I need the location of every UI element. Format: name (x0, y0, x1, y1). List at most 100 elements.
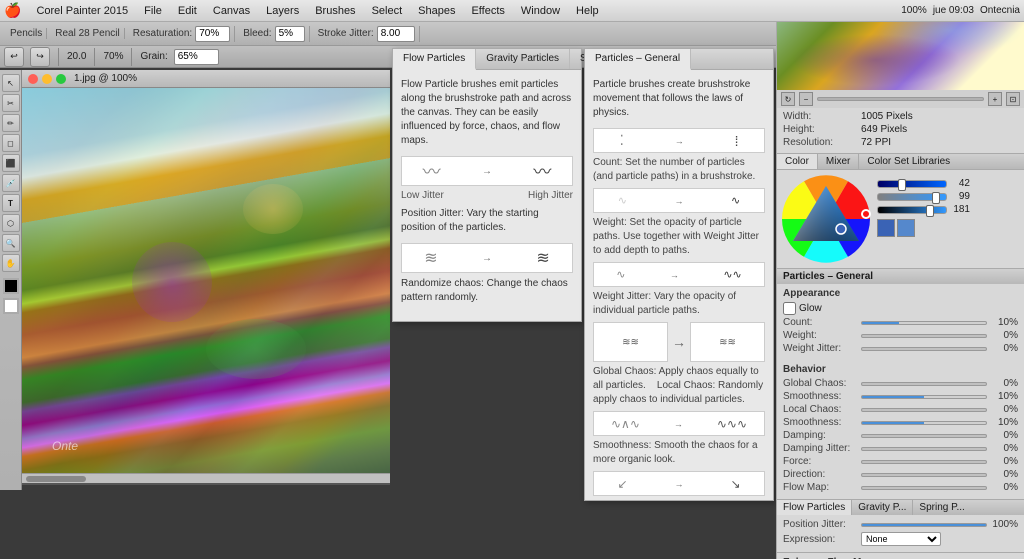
zoom-tool[interactable]: 🔍 (2, 234, 20, 252)
sat-thumb[interactable] (932, 192, 940, 204)
spring-right-tab[interactable]: Spring P... (913, 500, 970, 515)
bleed-input[interactable] (275, 26, 305, 42)
stroke-jitter-input[interactable] (377, 26, 415, 42)
smooth-low-icon: ∿∧∿ (611, 417, 640, 431)
window-minimize-button[interactable] (42, 74, 52, 84)
hue-slider[interactable] (877, 180, 947, 188)
color-sets-tab[interactable]: Color Set Libraries (859, 154, 958, 169)
val-value: 181 (950, 204, 970, 215)
smooth1-label: Smoothness: (783, 391, 858, 402)
force-slider[interactable] (861, 460, 987, 464)
menu-shapes[interactable]: Shapes (411, 3, 462, 19)
gchaos-slider[interactable] (861, 382, 987, 386)
fill-tool[interactable]: ⬛ (2, 154, 20, 172)
nav-zoom-out-btn[interactable]: − (799, 92, 813, 106)
gravity-particles-tab[interactable]: Gravity Particles (476, 49, 570, 69)
resolution-label: Resolution: (783, 137, 858, 148)
select-tool[interactable]: ↖ (2, 74, 20, 92)
redo-button[interactable]: ↪ (30, 47, 50, 67)
pan-tool[interactable]: ✋ (2, 254, 20, 272)
alt-color-swatch[interactable] (897, 219, 915, 237)
painting-canvas[interactable]: Onte (22, 88, 390, 473)
flow-right-tab[interactable]: Flow Particles (777, 500, 852, 515)
wjitter-row: Weight Jitter: 0% (783, 343, 1018, 354)
lchaos-val: 0% (990, 404, 1018, 415)
grain-input[interactable] (174, 49, 219, 65)
color-swatches (877, 219, 1020, 237)
smooth2-slider[interactable] (861, 421, 987, 425)
particles-general-tab[interactable]: Particles – General (585, 49, 691, 70)
expression-select[interactable]: None (861, 532, 941, 546)
particles-general-panel: Particles – General Particle brushes cre… (584, 48, 774, 501)
grain-label: Grain: (140, 51, 167, 62)
particles-description: Particle brushes create brushstroke move… (593, 78, 765, 120)
flow-particles-tab[interactable]: Flow Particles (393, 49, 476, 70)
appearance-section: Appearance Glow Count: 10% Weight: 0% We… (777, 284, 1024, 360)
scroll-thumb[interactable] (26, 476, 86, 482)
hue-thumb[interactable] (898, 179, 906, 191)
djitter-slider[interactable] (861, 447, 987, 451)
damping-slider[interactable] (861, 434, 987, 438)
current-color-swatch[interactable] (877, 219, 895, 237)
mixer-tab[interactable]: Mixer (818, 154, 859, 169)
background-color-swatch[interactable] (3, 298, 19, 314)
wjitter-slider[interactable] (861, 347, 987, 351)
menu-file[interactable]: File (137, 3, 169, 19)
weight-preview: ∿ → ∿ (593, 188, 765, 213)
menu-help[interactable]: Help (569, 3, 606, 19)
window-maximize-button[interactable] (56, 74, 66, 84)
nav-rotate-btn[interactable]: ↻ (781, 92, 795, 106)
menu-edit[interactable]: Edit (171, 3, 204, 19)
particles-props-section: Particles – General Appearance Glow Coun… (777, 269, 1024, 500)
wjitter-label: Weight Jitter: (783, 343, 858, 354)
brush-section: Pencils (6, 28, 47, 39)
color-wheel-wrapper[interactable] (781, 174, 871, 264)
crop-tool[interactable]: ✂ (2, 94, 20, 112)
menu-effects[interactable]: Effects (464, 3, 511, 19)
eyedropper-tool[interactable]: 💉 (2, 174, 20, 192)
chaos-previews: ≋≋ → ≋≋ (593, 322, 765, 362)
val-slider[interactable] (877, 206, 947, 214)
menu-corel[interactable]: Corel Painter 2015 (29, 3, 135, 19)
eraser-tool[interactable]: ◻ (2, 134, 20, 152)
count-slider[interactable] (861, 321, 987, 325)
resaturation-input[interactable] (195, 26, 230, 42)
menu-brushes[interactable]: Brushes (308, 3, 362, 19)
damping-row: Damping: 0% (783, 430, 1018, 441)
foreground-color-swatch[interactable] (3, 278, 19, 294)
color-tab[interactable]: Color (777, 154, 818, 169)
shape-tool[interactable]: ⬡ (2, 214, 20, 232)
apple-menu[interactable]: 🍎 (4, 2, 21, 19)
text-tool[interactable]: T (2, 194, 20, 212)
menu-select[interactable]: Select (365, 3, 410, 19)
high-jitter-label: High Jitter (528, 190, 573, 201)
expression-row: Expression: None (783, 532, 1018, 546)
gravity-right-tab[interactable]: Gravity P... (852, 500, 913, 515)
sat-slider[interactable] (877, 193, 947, 201)
smooth1-slider[interactable] (861, 395, 987, 399)
val-thumb[interactable] (926, 205, 934, 217)
nav-zoom-slider[interactable] (817, 97, 984, 101)
local-chaos-preview: ≋≋ (690, 322, 765, 362)
brush-tool[interactable]: ✏ (2, 114, 20, 132)
djitter-label: Damping Jitter: (783, 443, 858, 454)
nav-zoom-in-btn[interactable]: + (988, 92, 1002, 106)
nav-fit-btn[interactable]: ⊡ (1006, 92, 1020, 106)
gc-icon: ≋≋ (622, 337, 639, 348)
window-close-button[interactable] (28, 74, 38, 84)
menu-canvas[interactable]: Canvas (206, 3, 257, 19)
weight-slider[interactable] (861, 334, 987, 338)
pos-jitter-slider[interactable] (861, 523, 987, 527)
canvas-scrollbar[interactable] (22, 473, 390, 483)
toolbar-separator2 (94, 48, 95, 66)
direction-slider[interactable] (861, 473, 987, 477)
count-row: Count: 10% (783, 317, 1018, 328)
flowmap-slider[interactable] (861, 486, 987, 490)
undo-button[interactable]: ↩ (4, 47, 24, 67)
lchaos-slider[interactable] (861, 408, 987, 412)
glow-checkbox[interactable] (783, 302, 796, 315)
randomize-desc: Randomize chaos: Change the chaos patter… (401, 277, 573, 305)
menu-window[interactable]: Window (514, 3, 567, 19)
resolution-value: 72 PPI (861, 137, 891, 148)
menu-layers[interactable]: Layers (259, 3, 306, 19)
